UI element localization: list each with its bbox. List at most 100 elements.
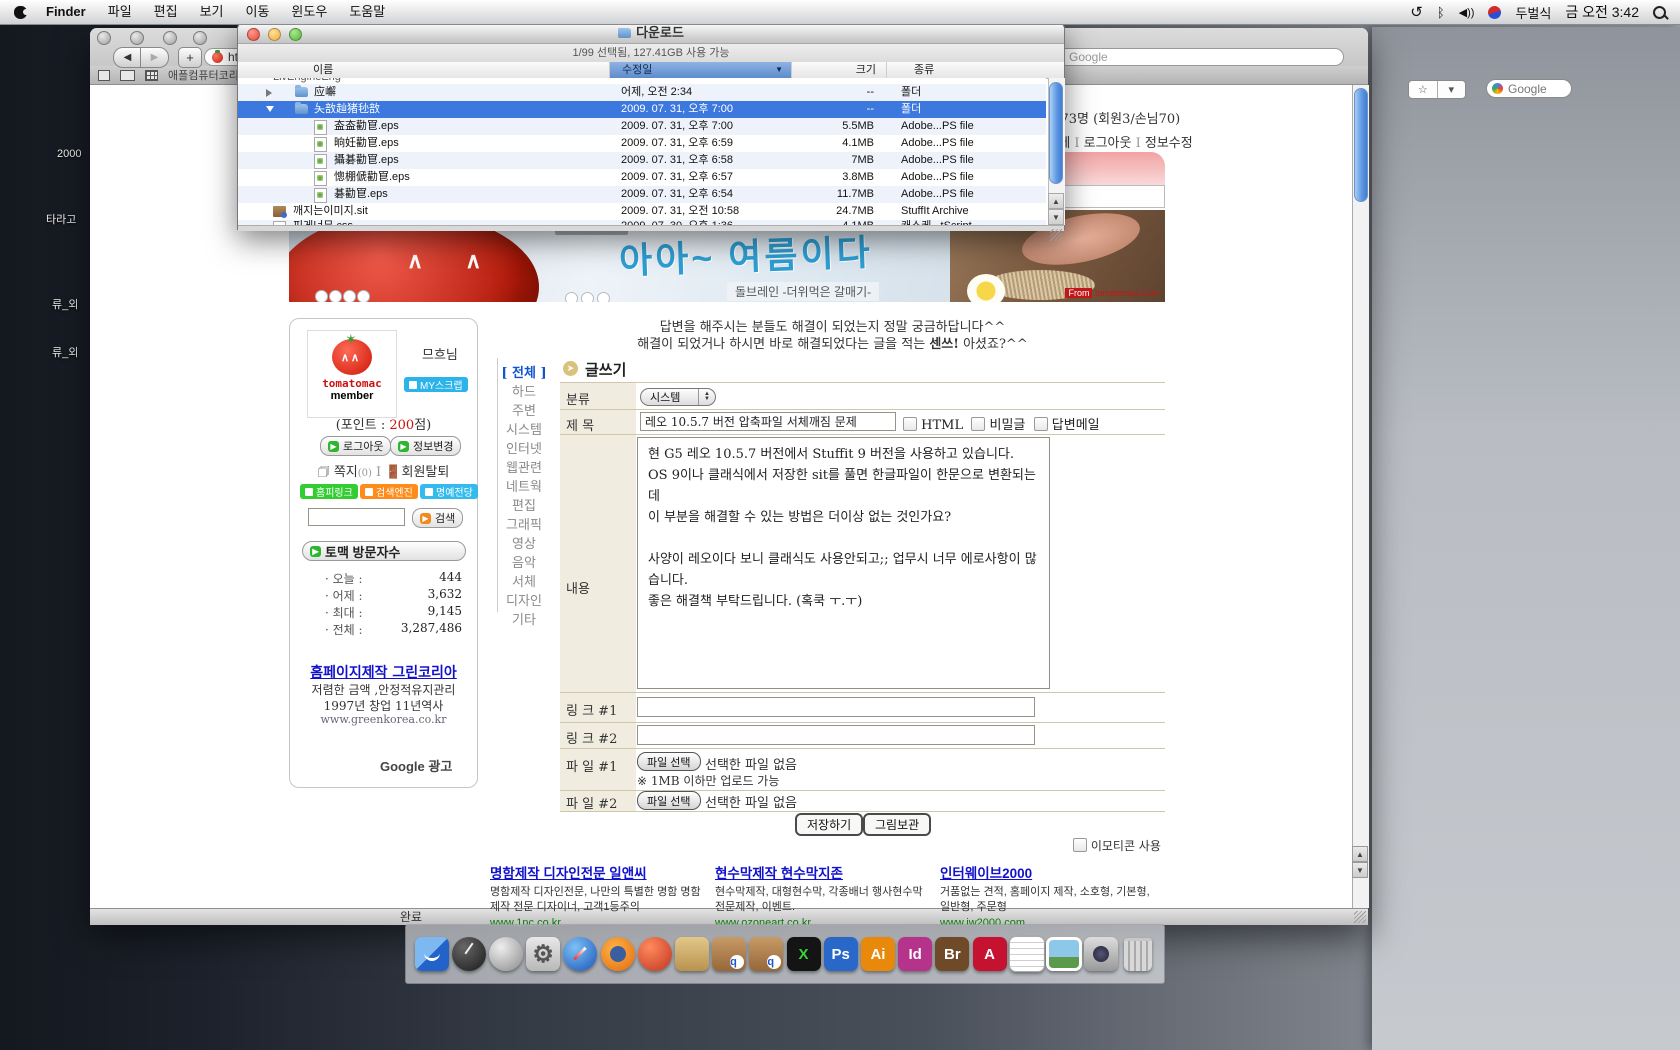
dock-icon-stuffit-package-2[interactable]: q [748, 934, 785, 974]
hall-of-fame-button[interactable]: 명예전당 [420, 484, 478, 499]
bookmark-star-control[interactable]: ☆▾ [1408, 80, 1466, 99]
forward-button[interactable]: ▶ [140, 47, 169, 68]
file1-choose-button[interactable]: 파일 선택 [637, 752, 701, 771]
file-row[interactable]: 碁勸冟.eps 2009. 07. 31, 오후 6:54 11.7MB Ado… [238, 186, 1046, 203]
input-source-icon[interactable] [1487, 4, 1503, 20]
book-icon[interactable] [120, 70, 135, 81]
volume-icon[interactable]: ◀)) [1459, 6, 1475, 19]
minimize-button-inactive[interactable] [130, 31, 144, 45]
category-item[interactable]: 음악 [496, 552, 552, 571]
zoom-button[interactable] [289, 28, 302, 41]
sidebar-ad-url[interactable]: www.greenkorea.co.kr [289, 713, 478, 726]
menu-edit[interactable]: 편집 [143, 0, 189, 24]
google-search-pill[interactable]: Google [1486, 79, 1572, 98]
file-row[interactable]: 晌妊勸冟.eps 2009. 07. 31, 오후 6:59 4.1MB Ado… [238, 135, 1046, 152]
disclosure-triangle-open[interactable] [266, 106, 274, 112]
dock-icon-box[interactable] [673, 934, 710, 974]
scrollbar-thumb[interactable] [1354, 88, 1368, 202]
category-item[interactable]: 편집 [496, 495, 552, 514]
desktop-file-label[interactable]: 2000 [57, 148, 81, 160]
chevron-down-icon[interactable]: ▾ [1438, 83, 1466, 96]
close-button[interactable] [247, 28, 260, 41]
back-button[interactable]: ◀ [113, 47, 142, 68]
my-scrap-button[interactable]: MY스크랩 [404, 377, 468, 392]
dock-icon-system-preferences[interactable]: ⚙ [525, 934, 562, 974]
finder-resize-grip[interactable] [1050, 229, 1062, 241]
toolbar-button-inactive[interactable] [193, 31, 207, 45]
background-window[interactable] [1372, 27, 1680, 1050]
dock-icon-red-app[interactable] [636, 934, 673, 974]
scroll-down-arrow[interactable]: ▼ [1352, 862, 1368, 878]
dock-icon-finder[interactable] [413, 934, 450, 974]
category-item[interactable]: 네트웍 [496, 476, 552, 495]
new-tab-button[interactable]: + [178, 47, 202, 68]
title-input[interactable] [640, 412, 896, 431]
secret-checkbox[interactable] [971, 417, 985, 431]
banner-dot[interactable] [597, 292, 610, 302]
nav-editinfo-link[interactable]: 정보수정 [1145, 136, 1193, 151]
zoom-button-inactive[interactable] [163, 31, 177, 45]
footer-ad-link[interactable]: 인터웨이브2000 [940, 862, 1155, 882]
search-engine-button[interactable]: 검색엔진 [360, 484, 418, 499]
menu-go[interactable]: 이동 [235, 0, 281, 24]
file-row[interactable]: 盇盇勸冟.eps 2009. 07. 31, 오후 7:00 5.5MB Ado… [238, 118, 1046, 135]
category-item[interactable]: 영상 [496, 533, 552, 552]
category-dropdown[interactable]: 시스템 ▲▼ [640, 388, 716, 406]
category-item[interactable]: 기타 [496, 609, 552, 628]
save-button[interactable]: 저장하기 [795, 813, 863, 836]
link1-input[interactable] [637, 697, 1035, 717]
dock-icon-acrobat[interactable]: A [971, 934, 1008, 974]
dock-icon-bridge[interactable]: Br [934, 934, 971, 974]
dock-icon-x11[interactable]: X [785, 934, 822, 974]
link2-input[interactable] [637, 725, 1035, 745]
bookmark-icon[interactable] [98, 70, 110, 81]
banner-dot[interactable] [357, 290, 370, 302]
sidebar-ad-link[interactable]: 홈페이지제작 그린코리아 [289, 662, 478, 682]
category-item[interactable]: 웹관련 [496, 457, 552, 476]
file2-choose-button[interactable]: 파일 선택 [637, 791, 701, 810]
category-item[interactable]: 시스템 [496, 419, 552, 438]
menu-view[interactable]: 보기 [189, 0, 235, 24]
menu-clock[interactable]: 금 오전 3:42 [1565, 2, 1639, 22]
dock-icon-firefox[interactable] [599, 934, 636, 974]
dock-icon-dashboard[interactable] [450, 934, 487, 974]
bluetooth-icon[interactable]: ᛒ [1437, 5, 1445, 20]
column-header-date[interactable]: 수정일▼ [609, 62, 791, 78]
file-row-selected[interactable]: 夨敨赸猪毜敨 2009. 07. 31, 오후 7:00 -- 폴더 [238, 101, 1046, 118]
desktop-file-label[interactable]: 류_외 [52, 344, 78, 360]
dock-icon-stuffit-package-1[interactable]: q [711, 934, 748, 974]
banner-dot[interactable] [343, 290, 356, 302]
file-row-folder[interactable]: 应嶰 어제, 오전 2:34 -- 폴더 [238, 84, 1046, 101]
dock-icon-camera[interactable] [1083, 934, 1120, 974]
dock-icon-sphere[interactable] [487, 934, 524, 974]
banner-dot[interactable] [329, 290, 342, 302]
edit-info-button[interactable]: ▶정보변경 [390, 436, 461, 456]
category-item-all[interactable]: [ 전체 ] [496, 362, 552, 381]
disclosure-triangle[interactable] [266, 89, 272, 97]
finder-scroll-up-arrow[interactable]: ▲ [1048, 193, 1064, 209]
close-button-inactive[interactable] [97, 31, 111, 45]
dock-icon-indesign[interactable]: Id [897, 934, 934, 974]
spotlight-icon[interactable] [1653, 6, 1666, 19]
logout-button[interactable]: ▶로그아웃 [320, 436, 391, 456]
category-item[interactable]: 주변 [496, 400, 552, 419]
column-header-kind[interactable]: 종류 [886, 62, 1046, 78]
file-row[interactable]: 깨지는이미지.sit 2009. 07. 31, 오전 10:58 24.7MB… [238, 203, 1046, 220]
category-item[interactable]: 디자인 [496, 590, 552, 609]
reply-mail-checkbox[interactable] [1034, 417, 1048, 431]
dock-icon-textedit[interactable] [1008, 934, 1045, 974]
dock-icon-trash[interactable] [1120, 934, 1157, 974]
dock-icon-illustrator[interactable]: Ai [859, 934, 896, 974]
banner-dot[interactable] [315, 290, 328, 302]
finder-scroll-down-arrow[interactable]: ▼ [1048, 209, 1064, 225]
sidebar-search-input[interactable] [308, 508, 405, 526]
desktop-file-label[interactable]: 류_외 [52, 296, 78, 312]
grid-icon[interactable] [145, 70, 158, 81]
input-source-label[interactable]: 두벌식 [1515, 3, 1551, 22]
menu-file[interactable]: 파일 [97, 0, 143, 24]
category-item[interactable]: 서체 [496, 571, 552, 590]
finder-scrollbar-thumb[interactable] [1049, 82, 1063, 184]
menu-help[interactable]: 도움말 [338, 0, 396, 24]
dock-icon-photo[interactable] [1045, 934, 1082, 974]
footer-ad-link[interactable]: 명함제작 디자인전문 일앤씨 [490, 862, 705, 882]
